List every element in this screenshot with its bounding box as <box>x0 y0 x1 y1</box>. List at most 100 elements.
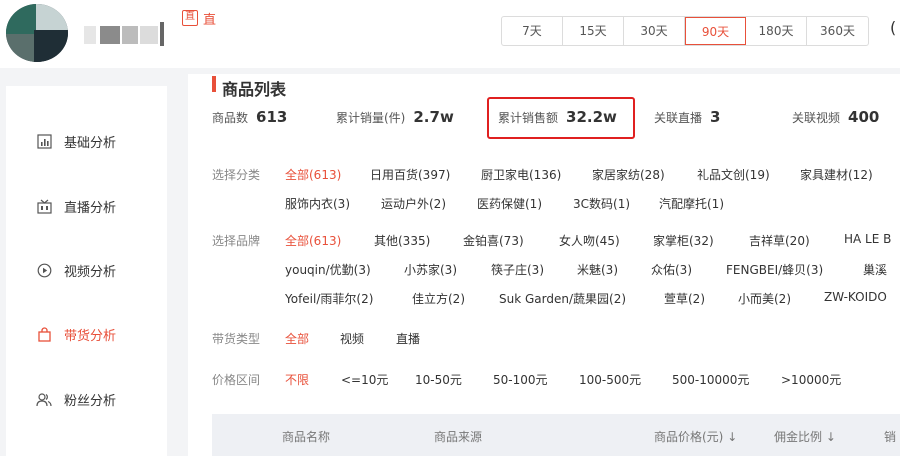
sidebar: 基础分析 直播分析 视频分析 带货分析 粉丝分析 <box>6 86 167 456</box>
brand-option[interactable]: 金铂喜(73) <box>463 232 524 249</box>
brand-option[interactable]: Suk Garden/蔬果园(2) <box>499 290 626 307</box>
price-label: 价格区间 <box>212 373 261 387</box>
sidebar-item-live-analysis[interactable]: 直播分析 <box>36 193 116 219</box>
avatar[interactable] <box>6 4 68 62</box>
price-option[interactable]: >10000元 <box>781 371 841 388</box>
stat-label: 商品数 <box>212 111 249 125</box>
date-tab-30[interactable]: 30天 <box>624 17 685 45</box>
sidebar-item-label: 基础分析 <box>64 135 117 151</box>
brand-option[interactable]: 小苏家(3) <box>404 261 457 278</box>
top-bar: 直 直 7天 15天 30天 90天 180天 360天 ( <box>0 0 900 68</box>
stat-sales-amount: 累计销售额 32.2w <box>498 108 617 126</box>
category-option[interactable]: 汽配摩托(1) <box>659 195 724 212</box>
brand-option[interactable]: HA LE B <box>844 232 891 246</box>
overflow-glyph: ( <box>890 18 897 37</box>
shopping-bag-icon <box>36 326 52 342</box>
sidebar-item-basic-analysis[interactable]: 基础分析 <box>36 128 116 154</box>
stat-related-video: 关联视频 400 <box>792 108 879 126</box>
sort-icon: ↓ <box>727 430 738 444</box>
brand-option[interactable]: 小而美(2) <box>738 290 791 307</box>
stat-value: 3 <box>710 108 721 126</box>
brand-option[interactable]: ZW-KOIDO <box>824 290 887 304</box>
category-option[interactable]: 服饰内衣(3) <box>285 195 350 212</box>
sidebar-item-video-analysis[interactable]: 视频分析 <box>36 257 116 283</box>
category-option[interactable]: 全部(613) <box>285 166 341 183</box>
sidebar-item-label: 带货分析 <box>64 328 117 344</box>
brand-option[interactable]: 全部(613) <box>285 232 341 249</box>
date-tab-180[interactable]: 180天 <box>746 17 807 45</box>
column-commission-rate[interactable]: 佣金比例 ↓ <box>774 428 836 445</box>
sale-type-option[interactable]: 全部 <box>285 330 309 347</box>
section-title: 商品列表 <box>222 80 287 99</box>
product-list-panel: 商品列表 商品数 613 累计销量(件) 2.7w 累计销售额 32.2w 关联… <box>188 74 900 456</box>
brand-option[interactable]: 吉祥草(20) <box>749 232 810 249</box>
sale-type-label: 带货类型 <box>212 332 261 346</box>
price-option[interactable]: 不限 <box>285 371 309 388</box>
brand-option[interactable]: 筷子庄(3) <box>491 261 544 278</box>
sidebar-item-label: 直播分析 <box>64 200 117 216</box>
column-product-name: 商品名称 <box>282 430 331 444</box>
stat-label: 关联视频 <box>792 111 841 125</box>
category-option[interactable]: 3C数码(1) <box>573 195 630 212</box>
blurred-username <box>84 20 176 50</box>
sidebar-item-label: 粉丝分析 <box>64 393 117 409</box>
sidebar-item-label: 视频分析 <box>64 264 117 280</box>
play-icon <box>36 262 52 278</box>
brand-option[interactable]: 家掌柜(32) <box>653 232 714 249</box>
date-tab-90[interactable]: 90天 <box>685 17 746 45</box>
date-tab-15[interactable]: 15天 <box>563 17 624 45</box>
category-option[interactable]: 医药保健(1) <box>477 195 542 212</box>
price-option[interactable]: 100-500元 <box>579 371 641 388</box>
category-label: 选择分类 <box>212 168 261 182</box>
sidebar-item-sales-analysis[interactable]: 带货分析 <box>36 321 116 347</box>
brand-option[interactable]: youqin/优勤(3) <box>285 261 371 278</box>
stat-value: 2.7w <box>413 108 454 126</box>
price-option[interactable]: 10-50元 <box>415 371 462 388</box>
brand-option[interactable]: 巢溪 <box>863 261 887 278</box>
brand-option[interactable]: FENGBEI/蜂贝(3) <box>726 261 823 278</box>
brand-option[interactable]: 女人吻(45) <box>559 232 620 249</box>
stat-value: 400 <box>848 108 880 126</box>
stat-label: 累计销量(件) <box>336 111 406 125</box>
table-header: 商品名称 商品来源 商品价格(元) ↓ 佣金比例 ↓ 销 <box>212 414 900 456</box>
stat-products: 商品数 613 <box>212 108 287 126</box>
category-option[interactable]: 家居家纺(28) <box>592 166 665 183</box>
date-tab-7[interactable]: 7天 <box>502 17 563 45</box>
brand-option[interactable]: 其他(335) <box>374 232 430 249</box>
brand-option[interactable]: 米魅(3) <box>577 261 618 278</box>
price-option[interactable]: <=10元 <box>341 371 388 388</box>
brand-option[interactable]: Yofeil/雨菲尔(2) <box>285 290 373 307</box>
sale-type-option[interactable]: 视频 <box>340 330 364 347</box>
date-range-tabs: 7天 15天 30天 90天 180天 360天 <box>501 16 869 46</box>
sale-type-option[interactable]: 直播 <box>396 330 420 347</box>
stat-sales-qty: 累计销量(件) 2.7w <box>336 108 454 126</box>
column-product-price[interactable]: 商品价格(元) ↓ <box>654 428 737 445</box>
live-label: 直 <box>203 13 217 28</box>
live-badge-icon: 直 <box>182 10 198 26</box>
column-label: 商品价格(元) <box>654 430 724 444</box>
category-option[interactable]: 厨卫家电(136) <box>481 166 561 183</box>
live-icon <box>36 198 52 214</box>
stat-related-live: 关联直播 3 <box>654 108 720 126</box>
category-option[interactable]: 运动户外(2) <box>381 195 446 212</box>
price-option[interactable]: 50-100元 <box>493 371 548 388</box>
column-label: 佣金比例 <box>774 430 823 444</box>
column-sales-truncated: 销 <box>884 430 897 444</box>
stat-value: 613 <box>256 108 288 126</box>
brand-option[interactable]: 萱草(2) <box>664 290 705 307</box>
category-option[interactable]: 日用百货(397) <box>370 166 450 183</box>
price-option[interactable]: 500-10000元 <box>672 371 749 388</box>
brand-option[interactable]: 众佑(3) <box>651 261 692 278</box>
sidebar-item-fans-analysis[interactable]: 粉丝分析 <box>36 386 116 412</box>
stat-value: 32.2w <box>566 108 617 126</box>
category-option[interactable]: 礼品文创(19) <box>697 166 770 183</box>
brand-option[interactable]: 佳立方(2) <box>412 290 465 307</box>
user-group-icon <box>36 391 52 407</box>
category-option[interactable]: 家具建材(12) <box>800 166 873 183</box>
sort-icon: ↓ <box>825 430 836 444</box>
stat-label: 累计销售额 <box>498 111 559 125</box>
section-accent-bar <box>212 76 216 92</box>
date-tab-360[interactable]: 360天 <box>807 17 868 45</box>
column-product-source: 商品来源 <box>434 430 483 444</box>
stat-label: 关联直播 <box>654 111 703 125</box>
